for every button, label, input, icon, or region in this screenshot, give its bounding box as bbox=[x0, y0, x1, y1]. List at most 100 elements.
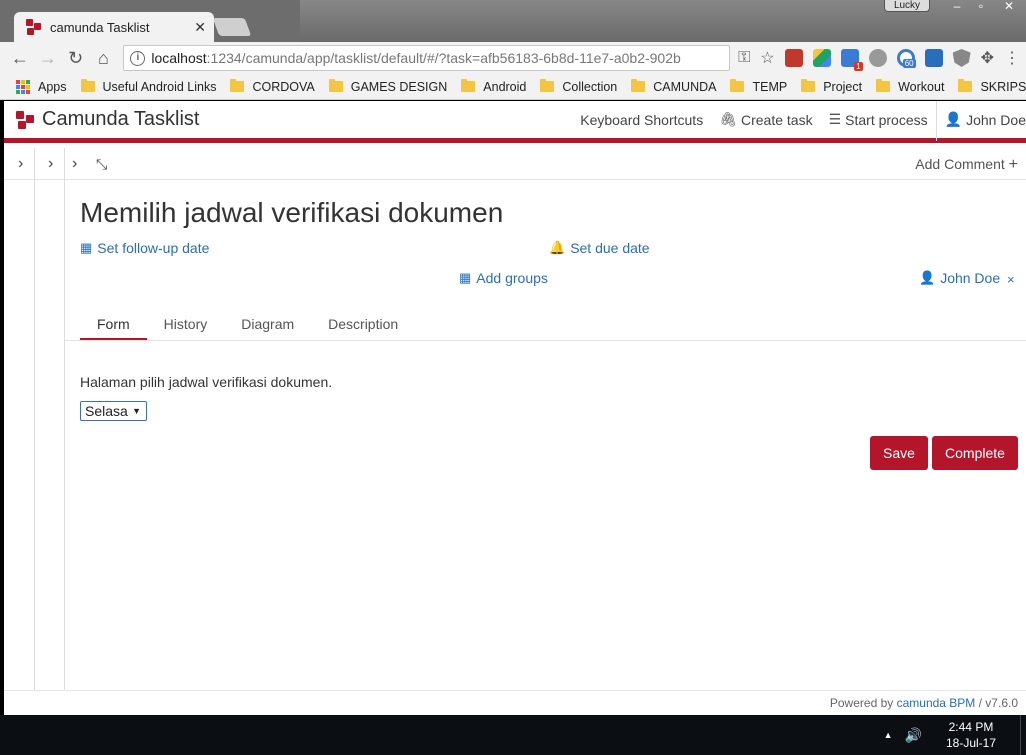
forward-icon[interactable]: → bbox=[34, 44, 62, 72]
camunda-favicon-icon bbox=[26, 19, 42, 35]
tray-expand-icon[interactable]: ▲ bbox=[884, 730, 893, 740]
folder-icon bbox=[540, 79, 555, 92]
user-icon: 👤 bbox=[944, 111, 963, 127]
bookmarks-bar: Apps Useful Android Links CORDOVA GAMES … bbox=[0, 74, 1026, 100]
task-toolbar bbox=[4, 148, 1026, 180]
add-groups-link[interactable]: ▦ Add groups bbox=[459, 270, 548, 286]
extension-badge-count: 60 bbox=[902, 59, 916, 68]
google-drive-icon[interactable] bbox=[812, 49, 831, 67]
page-footer: Powered by camunda BPM / v7.6.0 bbox=[4, 690, 1026, 715]
new-tab-button[interactable] bbox=[212, 18, 252, 36]
folder-icon bbox=[631, 79, 646, 92]
extension-365-icon[interactable]: 1 bbox=[840, 49, 863, 71]
bookmark-folder[interactable]: Collection bbox=[540, 79, 617, 94]
brand[interactable]: Camunda Tasklist bbox=[16, 108, 199, 131]
tab-description[interactable]: Description bbox=[311, 308, 415, 341]
user-menu[interactable]: 👤 John Doe bbox=[935, 101, 1026, 141]
minimize-icon[interactable]: – bbox=[946, 0, 968, 14]
bookmark-folder[interactable]: TEMP bbox=[730, 79, 788, 94]
assignee-link[interactable]: 👤 John Doe bbox=[919, 270, 1000, 286]
bookmark-label: Android bbox=[483, 79, 527, 94]
back-icon[interactable]: ← bbox=[6, 44, 34, 72]
profile-chip[interactable]: Lucky bbox=[884, 0, 930, 12]
reload-icon[interactable]: ↻ bbox=[62, 44, 90, 72]
expand-filters-icon[interactable]: › bbox=[18, 148, 23, 180]
unassign-icon[interactable]: × bbox=[1007, 272, 1015, 287]
bookmark-star-icon[interactable]: ☆ bbox=[760, 48, 774, 68]
browser-titlebar: camunda Tasklist ✕ Lucky – ▫ ✕ bbox=[0, 0, 1026, 42]
url-path: :1234/camunda/app/tasklist/default/#/?ta… bbox=[206, 50, 681, 66]
expand-list-icon[interactable]: › bbox=[48, 148, 53, 180]
task-title: Memilih jadwal verifikasi dokumen bbox=[80, 197, 504, 228]
schedule-select[interactable]: Selasa ▼ bbox=[80, 401, 147, 421]
tab-diagram[interactable]: Diagram bbox=[224, 308, 311, 341]
menu-dots-icon[interactable]: ⋮ bbox=[1004, 48, 1020, 68]
set-due-date-link[interactable]: 🔔 Set due date bbox=[549, 240, 650, 256]
compress-icon[interactable]: ⤡ bbox=[96, 148, 107, 180]
url-host: localhost bbox=[151, 50, 207, 66]
folder-icon bbox=[958, 79, 973, 92]
footer-version: / v7.6.0 bbox=[978, 696, 1018, 710]
extension-book-icon[interactable] bbox=[784, 49, 803, 67]
column-divider bbox=[34, 148, 35, 690]
bookmark-folder[interactable]: Project bbox=[801, 79, 863, 94]
show-desktop-button[interactable] bbox=[1020, 715, 1026, 755]
save-button[interactable]: Save bbox=[870, 436, 928, 470]
expand-task-icon[interactable]: › bbox=[72, 148, 77, 180]
add-groups-label: Add groups bbox=[476, 270, 548, 286]
bookmark-folder[interactable]: GAMES DESIGN bbox=[328, 79, 448, 94]
extension-chat-icon[interactable] bbox=[868, 49, 887, 67]
paperclip-icon: 🖇 bbox=[719, 111, 737, 127]
tab-history[interactable]: History bbox=[147, 308, 225, 341]
maximize-icon[interactable]: ▫ bbox=[970, 0, 992, 14]
key-icon[interactable]: ⚿ bbox=[738, 49, 750, 67]
clock-date: 18-Jul-17 bbox=[945, 736, 996, 750]
extension-speed-icon[interactable]: 60 bbox=[896, 49, 916, 68]
form-description: Halaman pilih jadwal verifikasi dokumen. bbox=[80, 374, 333, 390]
browser-toolbar: ← → ↻ ⌂ i localhost:1234/camunda/app/tas… bbox=[0, 42, 1026, 74]
nav-label: Start process bbox=[845, 111, 928, 128]
bookmark-apps[interactable]: Apps bbox=[16, 79, 67, 94]
task-tabs: Form History Diagram Description bbox=[80, 308, 415, 341]
bookmark-folder[interactable]: Useful Android Links bbox=[80, 79, 216, 94]
camunda-logo-icon bbox=[16, 110, 34, 129]
bookmark-label: CORDOVA bbox=[252, 79, 315, 94]
bookmark-label: TEMP bbox=[752, 79, 788, 94]
tab-form[interactable]: Form bbox=[80, 308, 147, 341]
keyboard-shortcuts-link[interactable]: Keyboard Shortcuts bbox=[572, 101, 711, 141]
create-task-link[interactable]: 🖇 Create task bbox=[711, 101, 820, 141]
bell-icon: 🔔 bbox=[549, 240, 566, 255]
bookmark-folder[interactable]: CORDOVA bbox=[230, 79, 315, 94]
bookmark-folder[interactable]: SKRIPSI bbox=[958, 79, 1026, 94]
volume-icon[interactable]: 🔊 bbox=[905, 727, 922, 744]
set-follow-up-date-link[interactable]: ▦ Set follow-up date bbox=[80, 240, 209, 256]
complete-button[interactable]: Complete bbox=[932, 436, 1018, 470]
folder-icon bbox=[730, 79, 745, 92]
browser-tab[interactable]: camunda Tasklist ✕ bbox=[14, 12, 214, 42]
shield-icon[interactable] bbox=[952, 49, 971, 67]
start-process-link[interactable]: ☰ Start process bbox=[821, 101, 936, 141]
close-window-icon[interactable]: ✕ bbox=[994, 0, 1024, 14]
apps-grid-icon bbox=[16, 79, 30, 94]
bookmark-folder[interactable]: CAMUNDA bbox=[631, 79, 716, 94]
address-bar[interactable]: i localhost:1234/camunda/app/tasklist/de… bbox=[123, 45, 731, 71]
home-icon[interactable]: ⌂ bbox=[90, 44, 118, 72]
clock[interactable]: 2:44 PM 18-Jul-17 bbox=[946, 719, 996, 751]
bookmark-label: GAMES DESIGN bbox=[350, 79, 448, 94]
extension-window-icon[interactable] bbox=[924, 49, 943, 67]
add-comment-button[interactable]: Add Comment + bbox=[915, 148, 1018, 180]
bookmark-label: Project bbox=[823, 79, 863, 94]
bookmark-folder[interactable]: Android bbox=[461, 79, 527, 94]
bookmark-label: SKRIPSI bbox=[980, 79, 1026, 94]
camunda-bpm-link[interactable]: camunda BPM bbox=[897, 696, 976, 710]
bookmark-folder[interactable]: Workout bbox=[876, 79, 944, 94]
site-info-icon[interactable]: i bbox=[130, 50, 146, 66]
windows-taskbar: ▲ 🔊 2:44 PM 18-Jul-17 bbox=[0, 715, 1026, 755]
close-tab-icon[interactable]: ✕ bbox=[194, 19, 206, 36]
grid-icon: ▦ bbox=[459, 270, 472, 285]
folder-icon bbox=[461, 79, 476, 92]
folder-icon bbox=[230, 79, 245, 92]
plus-icon: + bbox=[1008, 156, 1018, 173]
move-icon[interactable]: ✥ bbox=[981, 48, 994, 68]
extension-badge: 1 bbox=[854, 62, 863, 71]
